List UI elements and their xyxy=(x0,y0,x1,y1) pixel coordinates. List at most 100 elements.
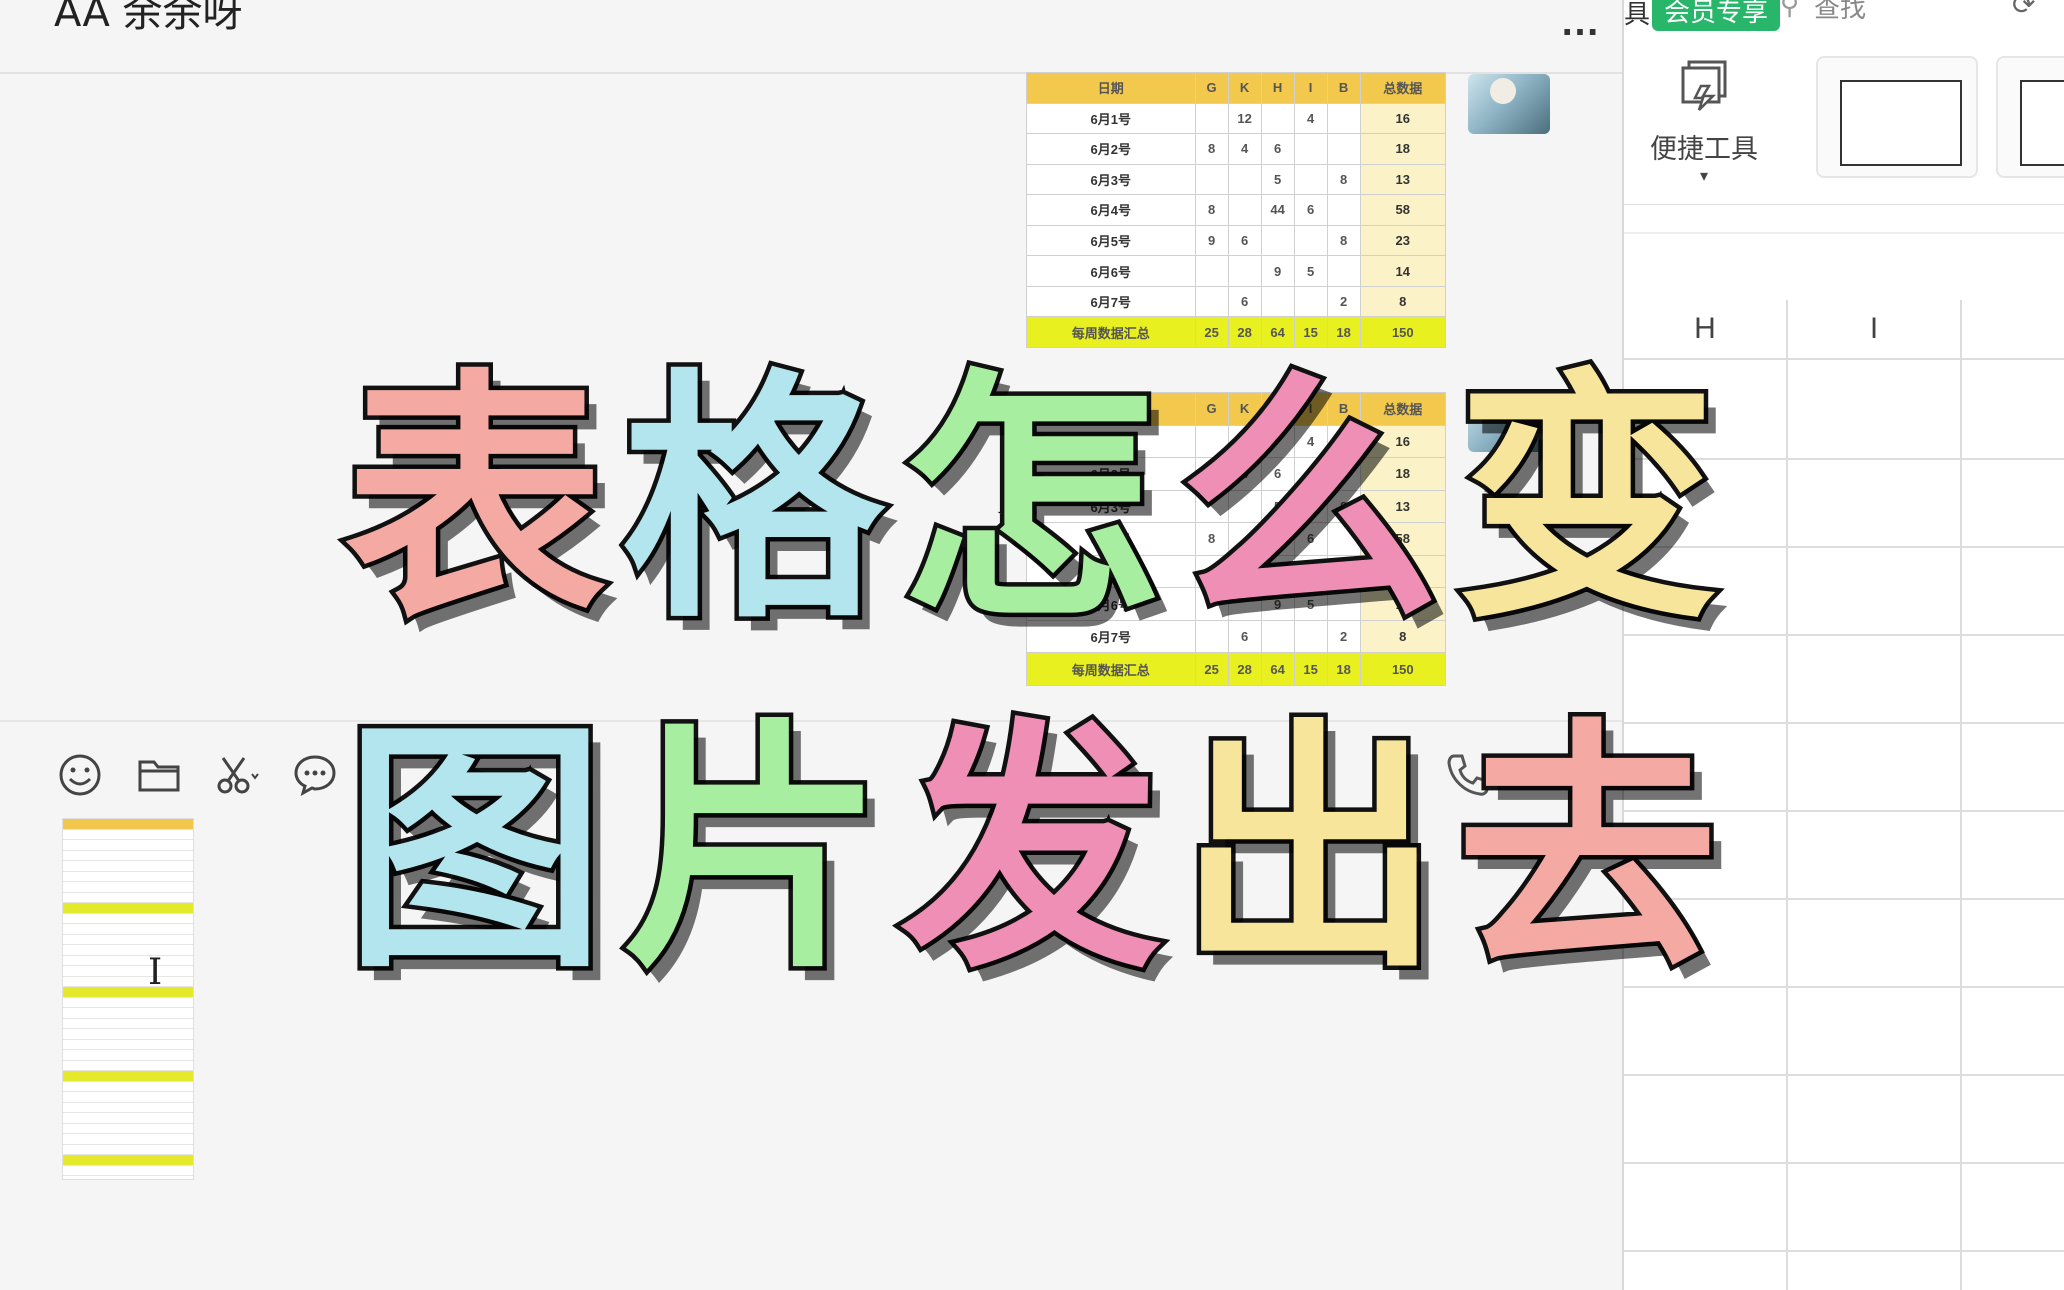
quick-tools-button[interactable]: 便捷工具 ▾ xyxy=(1634,56,1774,185)
table-header-cell: G xyxy=(1194,72,1229,104)
table-cell: 6 xyxy=(1227,224,1262,257)
grid-row-line xyxy=(1624,1250,2064,1252)
table-cell: 2 xyxy=(1326,285,1361,318)
thumbnail-row xyxy=(63,1019,193,1029)
table-cell xyxy=(1194,163,1229,196)
table-cell xyxy=(1260,285,1295,318)
column-header-j[interactable]: J xyxy=(1962,300,2064,360)
table-header-row: 日期 G K H I B 总数据 xyxy=(1026,72,1446,104)
table-cell: 5 xyxy=(1293,255,1328,287)
table-summary-cell: 18 xyxy=(1326,316,1361,348)
table-cell xyxy=(1227,255,1262,287)
formula-bar-divider xyxy=(1624,232,2064,234)
table-header-cell: H xyxy=(1260,72,1295,104)
overlay-title-char: 片 xyxy=(618,698,889,1003)
table-header-cell: B xyxy=(1326,72,1361,104)
table-cell: 9 xyxy=(1194,224,1229,257)
table-cell: 8 xyxy=(1326,163,1361,196)
quick-tools-label: 便捷工具 xyxy=(1650,134,1758,165)
table-cell: 23 xyxy=(1359,224,1446,257)
table-cell xyxy=(1293,163,1328,196)
overlay-title-char: 去 xyxy=(1452,698,1723,1003)
sent-table-image-1[interactable]: 日期 G K H I B 总数据 6月1号 12 4 16 6月2号 8 4 6 18 6月3号 5 8 13 6月4号… xyxy=(1026,72,1446,348)
search-icon[interactable]: ⚲ xyxy=(1780,0,1799,21)
overlay-title-char: 图 xyxy=(340,698,611,1003)
thumbnail-row xyxy=(63,1082,193,1092)
thumbnail-row xyxy=(63,1103,193,1113)
grid-row-line xyxy=(1624,1162,2064,1164)
vip-tag[interactable]: 会员专享 xyxy=(1652,0,1781,31)
table-summary-row: 每周数据汇总 25 28 64 15 18 150 xyxy=(1026,316,1446,348)
table-header-cell: 总数据 xyxy=(1359,72,1446,104)
table-row: 6月2号 8 4 6 18 xyxy=(1026,133,1446,165)
template-thumbnail-1[interactable] xyxy=(1816,56,1978,178)
chat-title: AA 余余呀 xyxy=(54,0,243,36)
ribbon: 具 会员专享 ⚲ 查找 ⟳ 便捷工具 ▾ xyxy=(1624,0,2064,205)
table-cell: 6 xyxy=(1227,285,1262,318)
table-header-cell: 日期 xyxy=(1026,72,1196,104)
table-cell xyxy=(1194,255,1229,287)
overlay-title-line-1: 表格怎么变 xyxy=(0,360,2064,660)
table-cell: 6月2号 xyxy=(1026,133,1196,165)
table-cell: 8 xyxy=(1194,133,1229,165)
thumbnail-row xyxy=(63,1040,193,1050)
table-summary-cell: 64 xyxy=(1260,316,1295,348)
table-cell: 6月5号 xyxy=(1026,224,1196,257)
table-row: 6月1号 12 4 16 xyxy=(1026,102,1446,135)
thumbnail-row xyxy=(63,1166,193,1176)
table-cell xyxy=(1293,224,1328,257)
table-cell: 6 xyxy=(1260,133,1295,165)
table-cell xyxy=(1227,163,1262,196)
table-cell xyxy=(1326,194,1361,226)
thumbnail-row xyxy=(63,1176,193,1179)
table-cell: 8 xyxy=(1359,285,1446,318)
overlay-title-char: 发 xyxy=(896,698,1167,1003)
table-cell: 4 xyxy=(1293,102,1328,135)
table-cell: 9 xyxy=(1260,255,1295,287)
table-cell: 6月1号 xyxy=(1026,102,1196,135)
thumbnail-row xyxy=(63,1155,193,1166)
overlay-title-char: 格 xyxy=(618,348,889,653)
thumbnail-row xyxy=(63,1124,193,1134)
table-cell: 18 xyxy=(1359,133,1446,165)
thumbnail-row xyxy=(63,1092,193,1103)
share-icon[interactable]: ⟳ xyxy=(2012,0,2035,21)
thumbnail-row xyxy=(63,1113,193,1124)
table-cell: 6月4号 xyxy=(1026,194,1196,226)
thumbnail-row xyxy=(63,1134,193,1145)
table-header-cell: I xyxy=(1293,72,1328,104)
table-row: 6月6号 9 5 14 xyxy=(1026,255,1446,287)
table-cell: 14 xyxy=(1359,255,1446,287)
thumbnail-row xyxy=(63,1050,193,1061)
table-row: 6月3号 5 8 13 xyxy=(1026,163,1446,196)
avatar[interactable] xyxy=(1468,74,1550,134)
table-cell: 6月6号 xyxy=(1026,255,1196,287)
table-cell xyxy=(1326,255,1361,287)
table-cell: 6月3号 xyxy=(1026,163,1196,196)
thumbnail-row xyxy=(63,1071,193,1082)
table-cell xyxy=(1227,194,1262,226)
column-header-i[interactable]: I xyxy=(1788,300,1962,360)
table-cell xyxy=(1293,285,1328,318)
quick-tools-icon xyxy=(1681,60,1727,111)
overlay-title-line-2: 图片发出去 xyxy=(0,710,2064,1010)
table-summary-cell: 150 xyxy=(1359,316,1446,348)
template-thumbnail-2[interactable] xyxy=(1996,56,2064,178)
table-summary-cell: 每周数据汇总 xyxy=(1026,316,1196,348)
thumbnail-row xyxy=(63,1061,193,1071)
find-button[interactable]: 查找 xyxy=(1814,0,1866,25)
table-cell xyxy=(1326,133,1361,165)
more-options-button[interactable]: … xyxy=(1560,0,1602,45)
grid-row-line xyxy=(1624,1074,2064,1076)
table-cell: 8 xyxy=(1326,224,1361,257)
table-cell: 6月7号 xyxy=(1026,285,1196,318)
table-cell xyxy=(1194,102,1229,135)
table-cell: 58 xyxy=(1359,194,1446,226)
table-cell xyxy=(1194,285,1229,318)
table-row: 6月5号 9 6 8 23 xyxy=(1026,224,1446,257)
overlay-title-char: 变 xyxy=(1452,348,1723,653)
table-cell: 6 xyxy=(1293,194,1328,226)
table-summary-cell: 28 xyxy=(1227,316,1262,348)
overlay-title-char: 出 xyxy=(1174,698,1445,1003)
overlay-title-char: 么 xyxy=(1174,348,1445,653)
